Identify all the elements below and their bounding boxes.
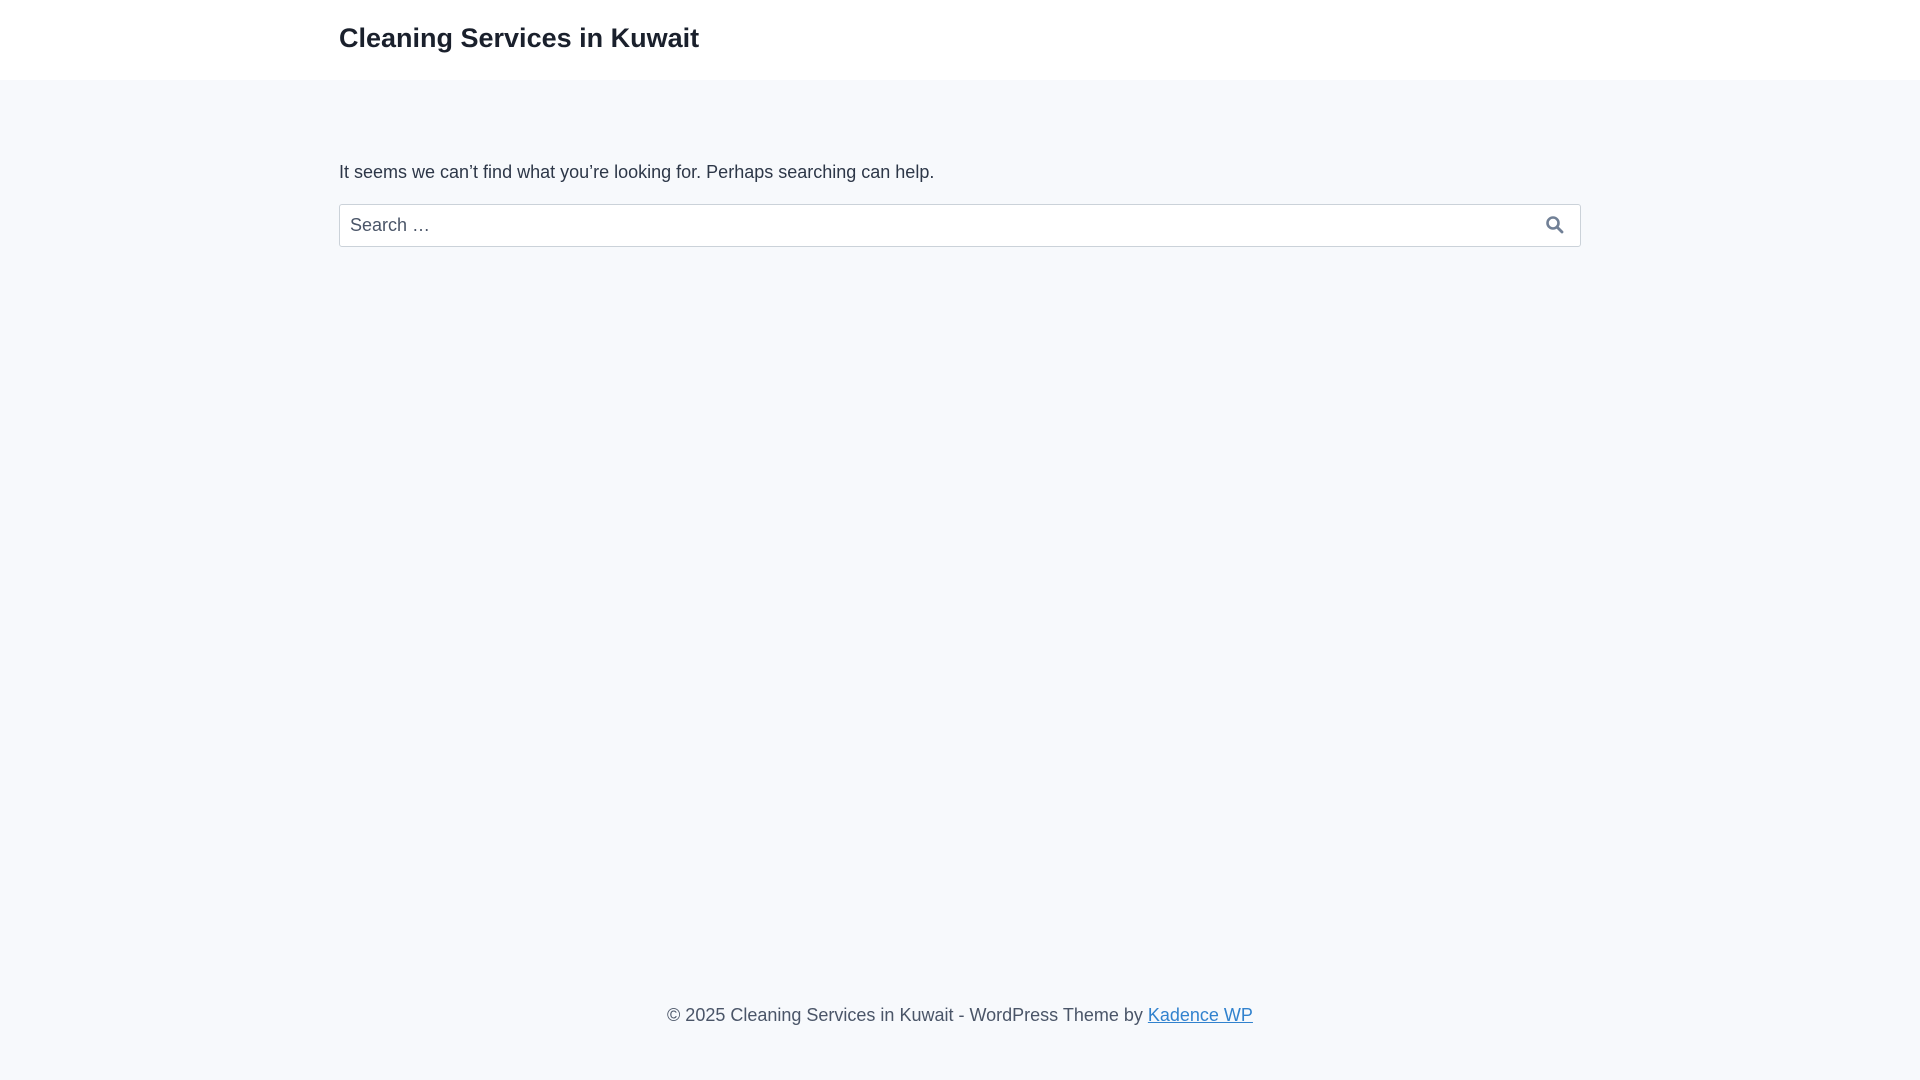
search-icon: [1546, 216, 1564, 234]
kadence-wp-link[interactable]: Kadence WP: [1148, 1005, 1253, 1025]
site-header: Cleaning Services in Kuwait: [0, 0, 1920, 80]
search-form: [339, 204, 1581, 247]
search-submit-button[interactable]: [1544, 215, 1566, 237]
not-found-message: It seems we can’t find what you’re looki…: [339, 162, 935, 182]
site-footer: © 2025 Cleaning Services in Kuwait - Wor…: [0, 1005, 1920, 1026]
search-input[interactable]: [340, 205, 1520, 246]
footer-copyright: © 2025 Cleaning Services in Kuwait - Wor…: [667, 1005, 1148, 1025]
site-title-link[interactable]: Cleaning Services in Kuwait: [339, 23, 699, 54]
